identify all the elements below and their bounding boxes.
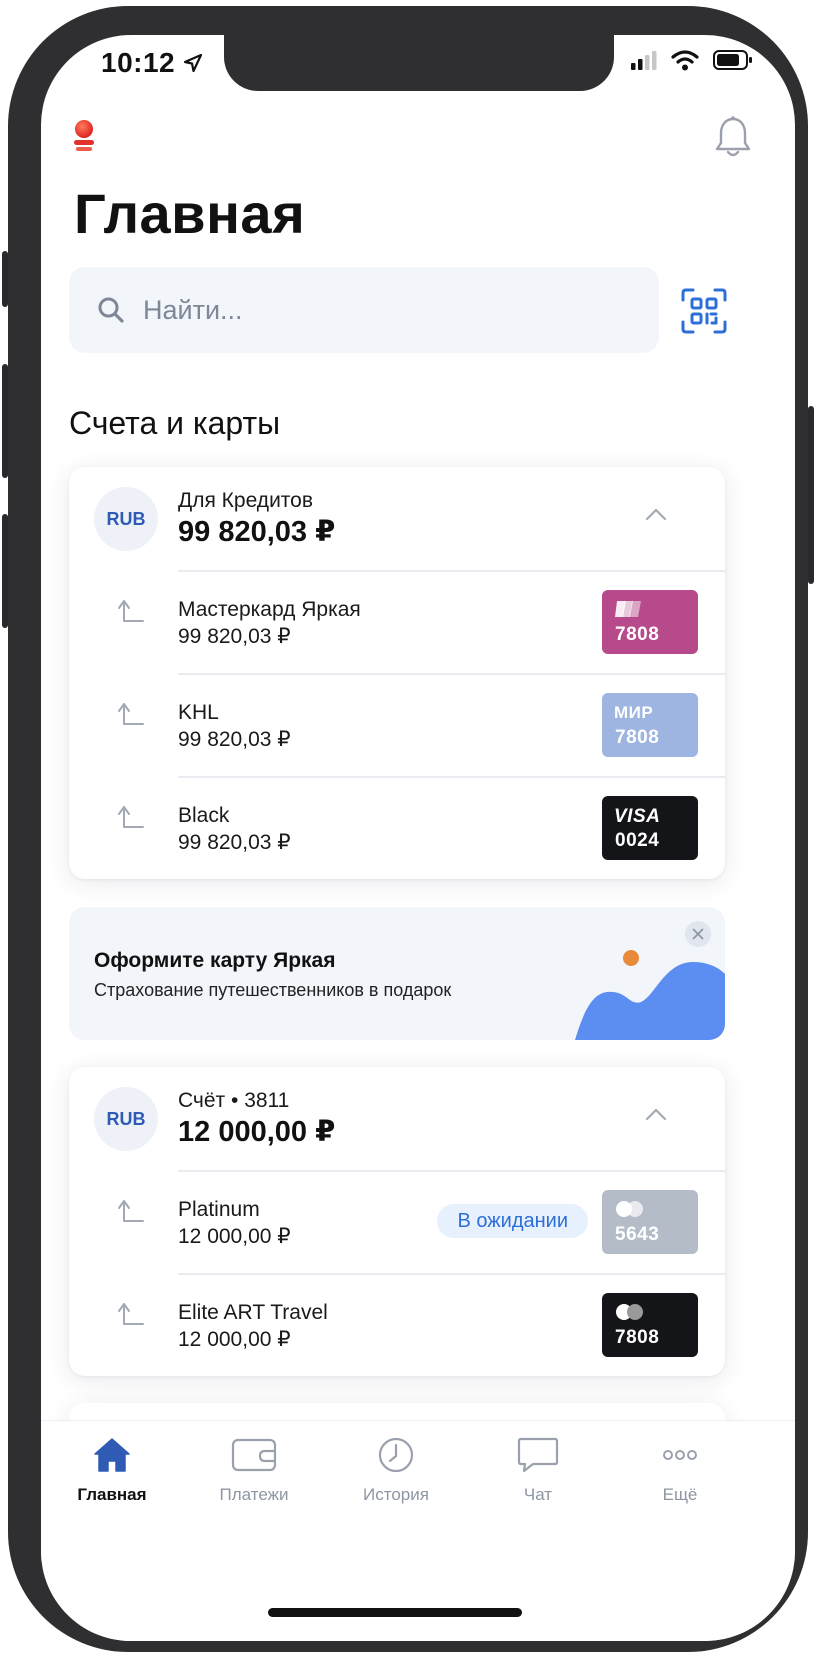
tab-payments[interactable]: Платежи bbox=[183, 1421, 325, 1531]
currency-badge: RUB bbox=[94, 1087, 158, 1151]
promo-banner[interactable]: Оформите карту Яркая Страхование путешес… bbox=[69, 907, 725, 1040]
section-title: Счета и карты bbox=[69, 405, 281, 441]
tab-label: История bbox=[363, 1485, 429, 1504]
notch bbox=[224, 35, 614, 91]
card-name: Elite ART Travel bbox=[178, 1301, 328, 1324]
card-name: Мастеркард Яркая bbox=[178, 598, 361, 621]
signal-icon bbox=[631, 51, 657, 70]
account-name: Счёт • 3811 bbox=[178, 1089, 290, 1112]
card-last-digits: 5643 bbox=[615, 1224, 660, 1245]
tab-history[interactable]: История bbox=[325, 1421, 467, 1531]
card-row[interactable]: KHL 99 820,03 ₽ МИР 7808 bbox=[69, 673, 725, 776]
linked-arrow-icon bbox=[115, 1198, 145, 1224]
mastercard-logo-icon bbox=[614, 1303, 646, 1326]
card-balance: 12 000,00 ₽ bbox=[178, 1328, 291, 1351]
promo-title: Оформите карту Яркая bbox=[94, 949, 336, 972]
card-thumbnail: МИР 7808 bbox=[602, 693, 698, 757]
battery-icon bbox=[713, 50, 752, 70]
promo-subtitle: Страхование путешественников в подарок bbox=[94, 980, 452, 1000]
volume-up-button bbox=[2, 364, 8, 478]
card-thumbnail: 5643 bbox=[602, 1190, 698, 1254]
account-header[interactable]: RUB Счёт • 3811 12 000,00 ₽ bbox=[69, 1067, 725, 1170]
card-thumbnail: 7808 bbox=[602, 590, 698, 654]
mir-logo: МИР bbox=[614, 703, 654, 722]
bank-logo-icon bbox=[73, 119, 95, 158]
card-row[interactable]: Black 99 820,03 ₽ VISA 0024 bbox=[69, 776, 725, 879]
close-icon[interactable] bbox=[685, 921, 711, 947]
card-balance: 12 000,00 ₽ bbox=[178, 1225, 291, 1248]
chat-icon bbox=[517, 1435, 559, 1475]
tab-label: Ещё bbox=[662, 1485, 698, 1504]
account-card: RUB Счёт • 3811 12 000,00 ₽ Platinum 12 … bbox=[69, 1067, 725, 1376]
currency-badge: RUB bbox=[94, 487, 158, 551]
promo-illustration bbox=[575, 930, 725, 1040]
linked-arrow-icon bbox=[115, 1301, 145, 1327]
account-balance: 12 000,00 ₽ bbox=[178, 1116, 336, 1148]
tab-label: Чат bbox=[523, 1485, 553, 1504]
account-name: Для Кредитов bbox=[178, 489, 314, 512]
qr-scan-icon[interactable] bbox=[681, 288, 727, 334]
card-balance: 99 820,03 ₽ bbox=[178, 831, 291, 854]
screen: 10:12 Главная Найти... Счета и карты RUB… bbox=[41, 35, 795, 1641]
tab-label: Главная bbox=[77, 1485, 147, 1504]
chevron-up-icon[interactable] bbox=[645, 507, 667, 521]
card-row[interactable]: Мастеркард Яркая 99 820,03 ₽ 7808 bbox=[69, 570, 725, 673]
divider bbox=[178, 673, 725, 675]
linked-arrow-icon bbox=[115, 701, 145, 727]
linked-arrow-icon bbox=[115, 804, 145, 830]
account-balance: 99 820,03 ₽ bbox=[178, 516, 336, 548]
search-input[interactable]: Найти... bbox=[69, 267, 659, 353]
tab-more[interactable]: Ещё bbox=[609, 1421, 751, 1531]
card-last-digits: 0024 bbox=[615, 830, 660, 851]
phone-frame: 10:12 Главная Найти... Счета и карты RUB… bbox=[2, 6, 814, 1652]
tab-label: Платежи bbox=[219, 1485, 289, 1504]
card-name: Platinum bbox=[178, 1198, 260, 1221]
power-button bbox=[808, 406, 814, 584]
status-indicators bbox=[631, 49, 753, 71]
wallet-icon bbox=[231, 1435, 277, 1475]
divider bbox=[178, 1170, 725, 1172]
search-icon bbox=[97, 296, 125, 324]
tab-chat[interactable]: Чат bbox=[467, 1421, 609, 1531]
search-placeholder: Найти... bbox=[143, 294, 243, 325]
status-badge: В ожидании bbox=[437, 1204, 588, 1238]
card-last-digits: 7808 bbox=[615, 624, 660, 645]
page-title: Главная bbox=[74, 182, 306, 245]
account-header[interactable]: RUB Для Кредитов 99 820,03 ₽ bbox=[69, 467, 725, 570]
location-arrow-icon bbox=[184, 53, 203, 73]
divider bbox=[178, 1273, 725, 1275]
card-balance: 99 820,03 ₽ bbox=[178, 728, 291, 751]
volume-down-button bbox=[2, 514, 8, 628]
linked-arrow-icon bbox=[115, 598, 145, 624]
divider bbox=[178, 570, 725, 572]
card-row[interactable]: Platinum 12 000,00 ₽ В ожидании 5643 bbox=[69, 1170, 725, 1273]
more-icon bbox=[663, 1435, 697, 1475]
card-last-digits: 7808 bbox=[615, 727, 660, 748]
card-thumbnail: 7808 bbox=[602, 1293, 698, 1357]
home-icon bbox=[93, 1435, 131, 1475]
notifications-bell-icon[interactable] bbox=[715, 115, 751, 164]
divider bbox=[178, 776, 725, 778]
account-card: RUB Для Кредитов 99 820,03 ₽ Мастеркард … bbox=[69, 467, 725, 879]
silent-switch bbox=[2, 251, 8, 307]
mastercard-logo-icon bbox=[614, 1200, 646, 1223]
unionpay-logo-icon bbox=[614, 600, 642, 623]
home-indicator[interactable] bbox=[268, 1608, 522, 1617]
chevron-up-icon[interactable] bbox=[645, 1107, 667, 1121]
tab-home[interactable]: Главная bbox=[41, 1421, 183, 1531]
status-time: 10:12 bbox=[101, 47, 203, 79]
card-name: KHL bbox=[178, 701, 219, 724]
card-balance: 99 820,03 ₽ bbox=[178, 625, 291, 648]
card-thumbnail: VISA 0024 bbox=[602, 796, 698, 860]
wifi-icon bbox=[671, 50, 699, 71]
card-last-digits: 7808 bbox=[615, 1327, 660, 1348]
visa-logo: VISA bbox=[614, 806, 661, 827]
card-row[interactable]: Elite ART Travel 12 000,00 ₽ 7808 bbox=[69, 1273, 725, 1376]
clock-icon bbox=[377, 1435, 415, 1475]
clock-time: 10:12 bbox=[101, 47, 176, 78]
card-name: Black bbox=[178, 804, 230, 827]
